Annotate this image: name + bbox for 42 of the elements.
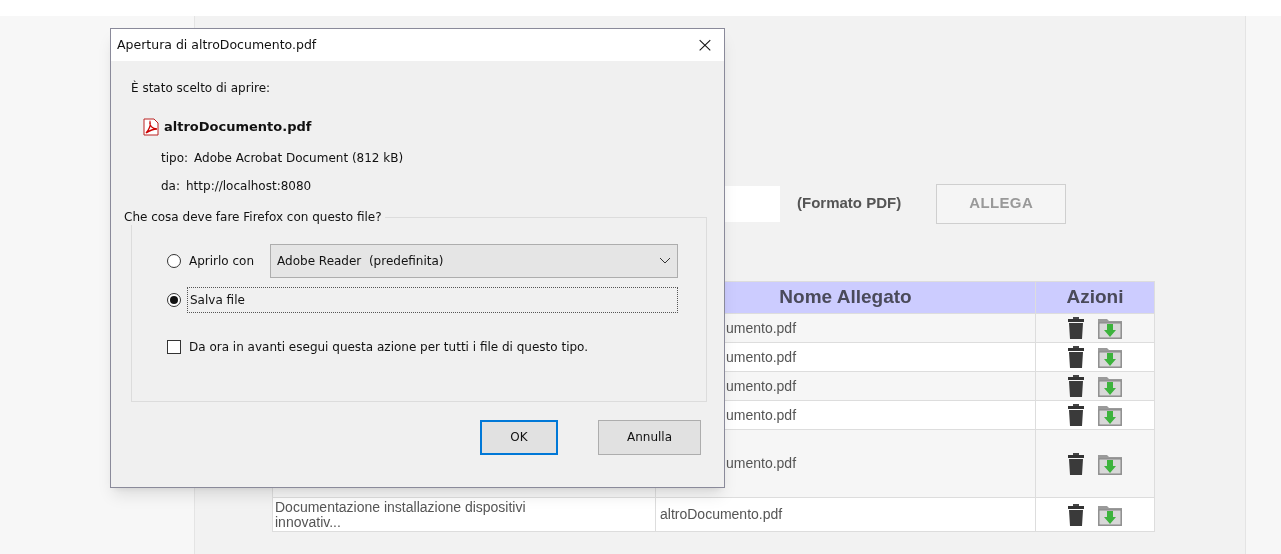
table-cell-text: umento.pdf (726, 347, 797, 367)
trash-icon[interactable] (1068, 375, 1084, 397)
type-label: tipo: (161, 149, 189, 167)
column-header: Azioni (1066, 285, 1124, 310)
dialog-button[interactable]: OK (480, 419, 558, 455)
app-dropdown[interactable]: Adobe Reader (predefinita) (270, 243, 678, 278)
table-cell-text: umento.pdf (726, 405, 797, 425)
file-name: altroDocumento.pdf (164, 118, 312, 136)
pdf-file-icon (143, 117, 159, 136)
trash-icon[interactable] (1068, 503, 1084, 526)
table-cell-text: umento.pdf (726, 454, 797, 473)
from-label: da: (161, 177, 180, 195)
checkbox-label[interactable]: Da ora in avanti esegui questa azione per tutti i file di questo tipo. (189, 337, 589, 356)
folder-download-icon[interactable] (1098, 452, 1122, 475)
table-cell-text: Documentazione installazione dispositivi innovativ... (275, 500, 527, 530)
close-button[interactable]: × (690, 31, 720, 59)
type-value: Adobe Acrobat Document (812 kB) (194, 149, 404, 167)
from-value: http://localhost:8080 (186, 177, 312, 195)
radio-label[interactable]: Aprirlo con (187, 247, 257, 274)
folder-download-icon[interactable] (1098, 346, 1122, 368)
folder-download-icon[interactable] (1098, 404, 1122, 426)
group-label: Che cosa deve fare Firefox con questo file? (124, 208, 385, 225)
radio-button[interactable] (167, 292, 181, 307)
table-cell-text: altroDocumento.pdf (660, 505, 783, 524)
radio-label[interactable]: Salva file (187, 286, 678, 313)
trash-icon[interactable] (1068, 404, 1084, 426)
folder-download-icon[interactable] (1098, 503, 1122, 526)
table-cell-text: umento.pdf (726, 376, 797, 396)
folder-download-icon[interactable] (1098, 317, 1122, 339)
radio-button[interactable] (167, 253, 181, 268)
file-format-hint: (Formato PDF) (797, 193, 902, 214)
chevron-down-icon (659, 256, 671, 265)
column-header: Nome Allegato (779, 285, 912, 310)
trash-icon[interactable] (1068, 346, 1084, 368)
checkbox[interactable] (167, 339, 181, 354)
dialog-title: Apertura di altroDocumento.pdf (117, 35, 317, 54)
intro-text: È stato scelto di aprire: (131, 79, 272, 97)
dialog-button[interactable]: Annulla (598, 419, 701, 455)
trash-icon[interactable] (1068, 452, 1084, 475)
folder-download-icon[interactable] (1098, 375, 1122, 397)
table-cell-text: umento.pdf (726, 318, 797, 338)
trash-icon[interactable] (1068, 317, 1084, 339)
